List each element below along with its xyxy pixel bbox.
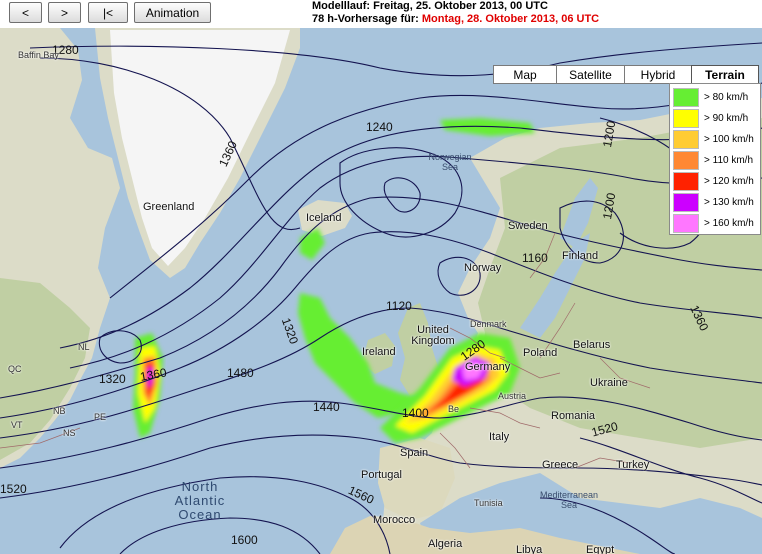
legend-label: > 90 km/h: [704, 113, 749, 124]
place-united-kingdom: United Kingdom: [411, 324, 455, 347]
map-type-satellite-button[interactable]: Satellite: [556, 65, 625, 84]
animation-button[interactable]: Animation: [134, 2, 211, 23]
place-north-atlantic-ocean: North Atlantic Ocean: [174, 479, 226, 522]
place-poland: Poland: [523, 347, 558, 359]
place-pe: PE: [94, 412, 107, 422]
place-libya: Libya: [516, 544, 543, 554]
legend-row: > 90 km/h: [673, 108, 757, 129]
legend-swatch: [673, 151, 699, 170]
place-tunisia: Tunisia: [474, 498, 503, 508]
place-austria: Austria: [498, 391, 527, 401]
legend-row: > 160 km/h: [673, 213, 757, 234]
place-ireland: Ireland: [362, 346, 396, 358]
isobar-label: 1240: [366, 120, 393, 134]
forecast-prefix: 78 h-Vorhersage für:: [312, 13, 419, 25]
place-ns: NS: [63, 428, 76, 438]
place-portugal: Portugal: [361, 469, 402, 481]
previous-button[interactable]: <: [9, 2, 42, 23]
isobar-label: 1600: [231, 533, 258, 547]
isobar-label: 1120: [386, 299, 412, 313]
place-vt: VT: [11, 420, 23, 430]
map-type-hybrid-button[interactable]: Hybrid: [624, 65, 692, 84]
map-type-map-button[interactable]: Map: [493, 65, 557, 84]
legend-row: > 110 km/h: [673, 150, 757, 171]
place-norwegian-sea: Norwegian Sea: [428, 152, 472, 172]
place-egypt: Egypt: [586, 544, 615, 554]
legend-row: > 80 km/h: [673, 87, 757, 108]
legend-label: > 160 km/h: [704, 218, 754, 229]
isobar-label: 1520: [0, 482, 27, 496]
legend-swatch: [673, 193, 699, 212]
isobar-label: 1160: [522, 251, 548, 265]
model-run-text: Modelllauf: Freitag, 25. Oktober 2013, 0…: [312, 0, 548, 12]
legend-swatch: [673, 88, 699, 107]
legend-label: > 130 km/h: [704, 197, 754, 208]
legend-swatch: [673, 214, 699, 233]
legend-label: > 110 km/h: [704, 155, 754, 166]
place-mediterranean-sea: Mediterranean Sea: [539, 490, 599, 510]
place-algeria: Algeria: [428, 538, 463, 550]
place-greenland: Greenland: [143, 201, 195, 213]
place-nb: NB: [53, 406, 66, 416]
forecast-line: 78 h-Vorhersage für: Montag, 28. Oktober…: [312, 13, 599, 25]
place-spain: Spain: [400, 447, 429, 459]
legend-label: > 120 km/h: [704, 176, 754, 187]
place-be: Be: [448, 404, 460, 414]
place-greece: Greece: [542, 459, 579, 471]
legend-label: > 100 km/h: [704, 134, 754, 145]
toolbar: < > |< Animation Modelllauf: Freitag, 25…: [0, 0, 762, 28]
wind-legend: > 80 km/h > 90 km/h > 100 km/h > 110 km/h > …: [669, 83, 761, 235]
place-iceland: Iceland: [306, 212, 342, 224]
place-italy: Italy: [489, 431, 510, 443]
place-baffin-bay: Baffin Bay: [18, 50, 59, 60]
next-button[interactable]: >: [48, 2, 81, 23]
isobar-label: 1440: [313, 400, 340, 414]
place-belarus: Belarus: [573, 339, 611, 351]
forecast-date: Montag, 28. Oktober 2013, 06 UTC: [421, 13, 600, 25]
legend-label: > 80 km/h: [704, 92, 749, 103]
legend-row: > 120 km/h: [673, 171, 757, 192]
isobar-label: 1480: [227, 366, 254, 380]
isobar-label: 1320: [99, 372, 126, 386]
map-type-terrain-button[interactable]: Terrain: [691, 65, 759, 84]
place-romania: Romania: [551, 410, 596, 422]
map-viewport[interactable]: 1280 1280 1360 1240 1200 1200 1160 1120 …: [0, 28, 762, 554]
place-ukraine: Ukraine: [590, 377, 628, 389]
legend-swatch: [673, 172, 699, 191]
place-nl: NL: [78, 342, 90, 352]
legend-row: > 130 km/h: [673, 192, 757, 213]
place-qc: QC: [8, 364, 22, 374]
map-type-control: Map Satellite Hybrid Terrain: [493, 65, 759, 84]
first-frame-button[interactable]: |<: [88, 2, 128, 23]
place-denmark: Denmark: [470, 319, 507, 329]
legend-swatch: [673, 109, 699, 128]
place-turkey: Turkey: [616, 459, 650, 471]
place-norway: Norway: [464, 262, 502, 274]
isobar-label: 1400: [402, 406, 429, 420]
place-sweden: Sweden: [508, 220, 548, 232]
place-germany: Germany: [465, 361, 511, 373]
place-finland: Finland: [562, 250, 599, 262]
place-morocco: Morocco: [373, 514, 416, 526]
legend-row: > 100 km/h: [673, 129, 757, 150]
legend-swatch: [673, 130, 699, 149]
